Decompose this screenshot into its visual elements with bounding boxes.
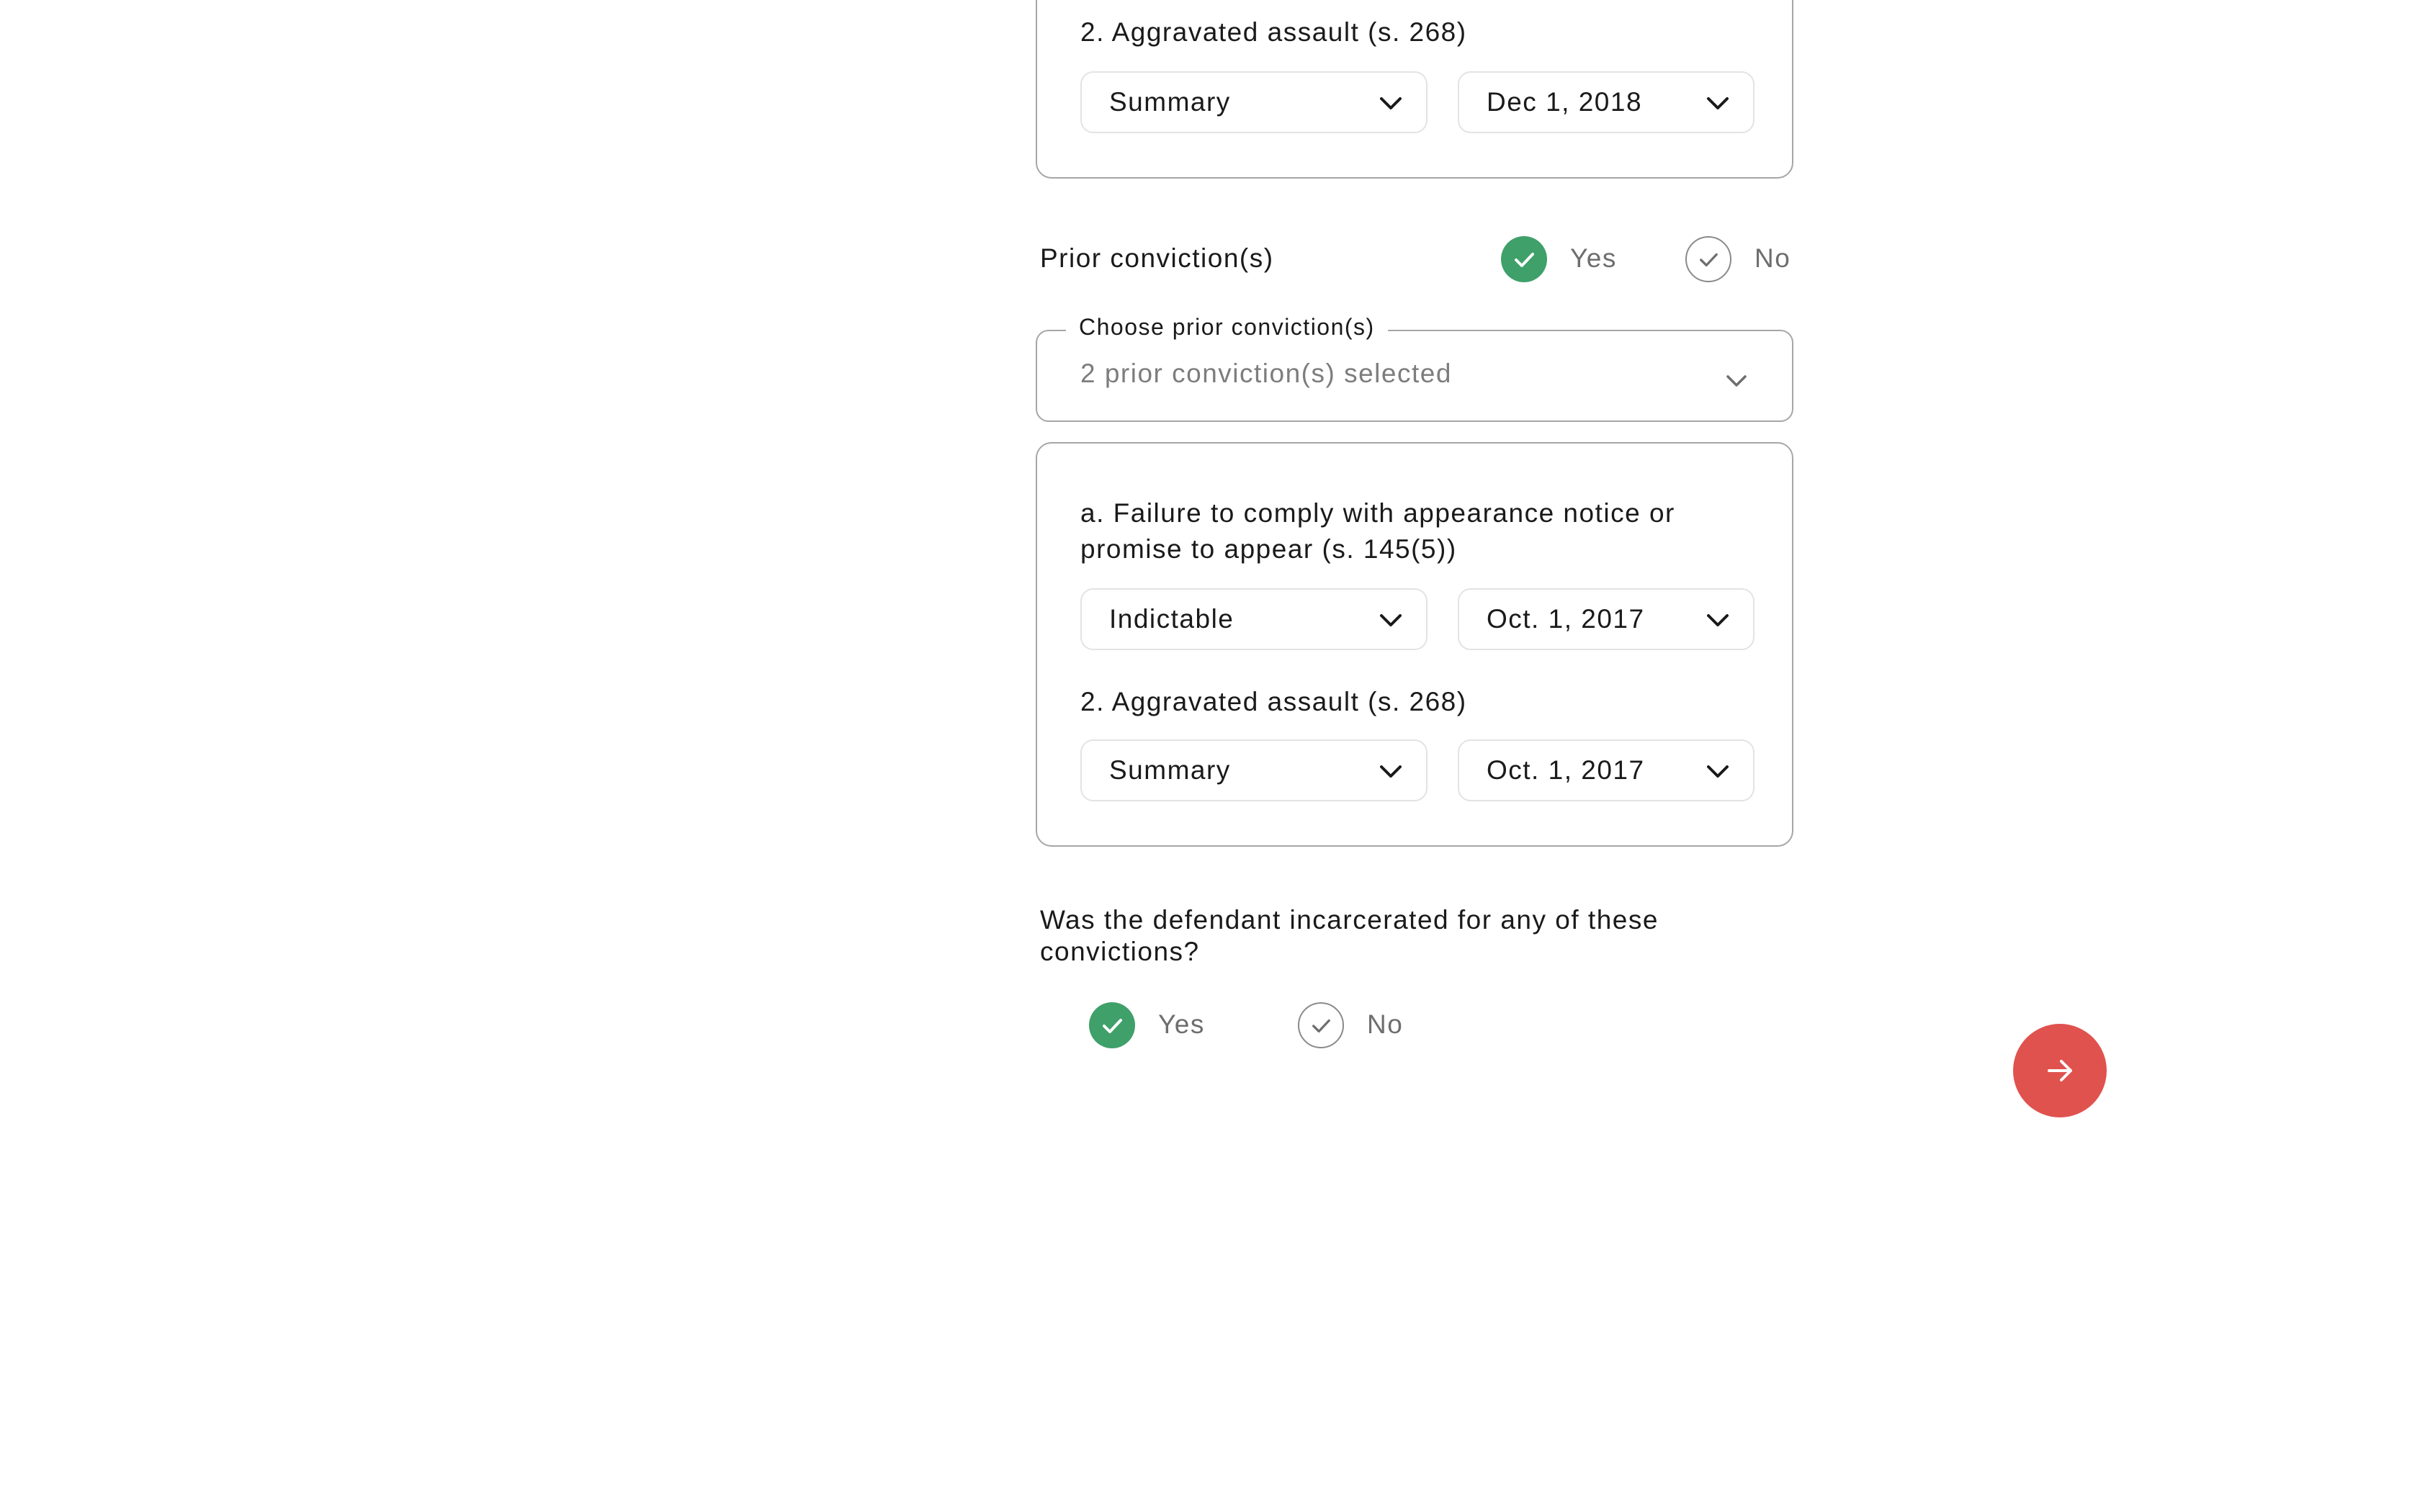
incarceration-yes-label: Yes [1158,1009,1205,1039]
offence-date-select[interactable]: Dec 1, 2018 [1458,71,1754,133]
prior-item-date-value: Oct. 1, 2017 [1487,604,1645,634]
prior-item-date-select[interactable]: Oct. 1, 2017 [1458,739,1754,801]
arrow-right-icon [2048,1060,2072,1081]
prior-yes-label: Yes [1570,243,1617,273]
offence-type-value: Summary [1109,87,1231,117]
prior-item-date-value: Oct. 1, 2017 [1487,755,1645,785]
chevron-down-icon [1380,97,1402,109]
chevron-down-icon [1707,97,1729,109]
prior-convictions-legend: Choose prior conviction(s) [1066,314,1388,341]
incarceration-question: Was the defendant incarcerated for any o… [1040,905,1659,966]
prior-item-date-select[interactable]: Oct. 1, 2017 [1458,588,1754,650]
incarceration-no-radio[interactable] [1298,1002,1344,1048]
chevron-down-icon [1707,765,1729,778]
incarceration-no-label: No [1367,1009,1404,1039]
chevron-down-icon[interactable] [1724,369,1749,391]
check-icon [1312,1019,1330,1033]
prior-item-label: a. Failure to comply with appearance not… [1080,498,1675,564]
incarceration-yes-radio[interactable] [1089,1002,1135,1048]
check-icon [1515,253,1534,267]
offence-label: 2. Aggravated assault (s. 268) [1080,17,1467,47]
offence-date-value: Dec 1, 2018 [1487,87,1643,117]
prior-item-type-select[interactable]: Indictable [1080,588,1428,650]
prior-item-label: 2. Aggravated assault (s. 268) [1080,687,1467,716]
offence-type-select[interactable]: Summary [1080,71,1428,133]
check-icon [1700,253,1718,267]
chevron-down-icon [1380,614,1402,626]
prior-no-label: No [1754,243,1791,273]
chevron-down-icon [1707,614,1729,626]
prior-convictions-value: 2 prior conviction(s) selected [1080,359,1452,388]
next-button[interactable] [2013,1024,2107,1117]
check-icon [1103,1019,1122,1033]
chevron-down-icon [1380,765,1402,778]
prior-yes-radio[interactable] [1501,236,1547,282]
prior-item-type-value: Indictable [1109,604,1234,634]
prior-convictions-question: Prior conviction(s) [1040,243,1274,273]
prior-no-radio[interactable] [1685,236,1731,282]
prior-item-type-select[interactable]: Summary [1080,739,1428,801]
prior-item-type-value: Summary [1109,755,1231,785]
